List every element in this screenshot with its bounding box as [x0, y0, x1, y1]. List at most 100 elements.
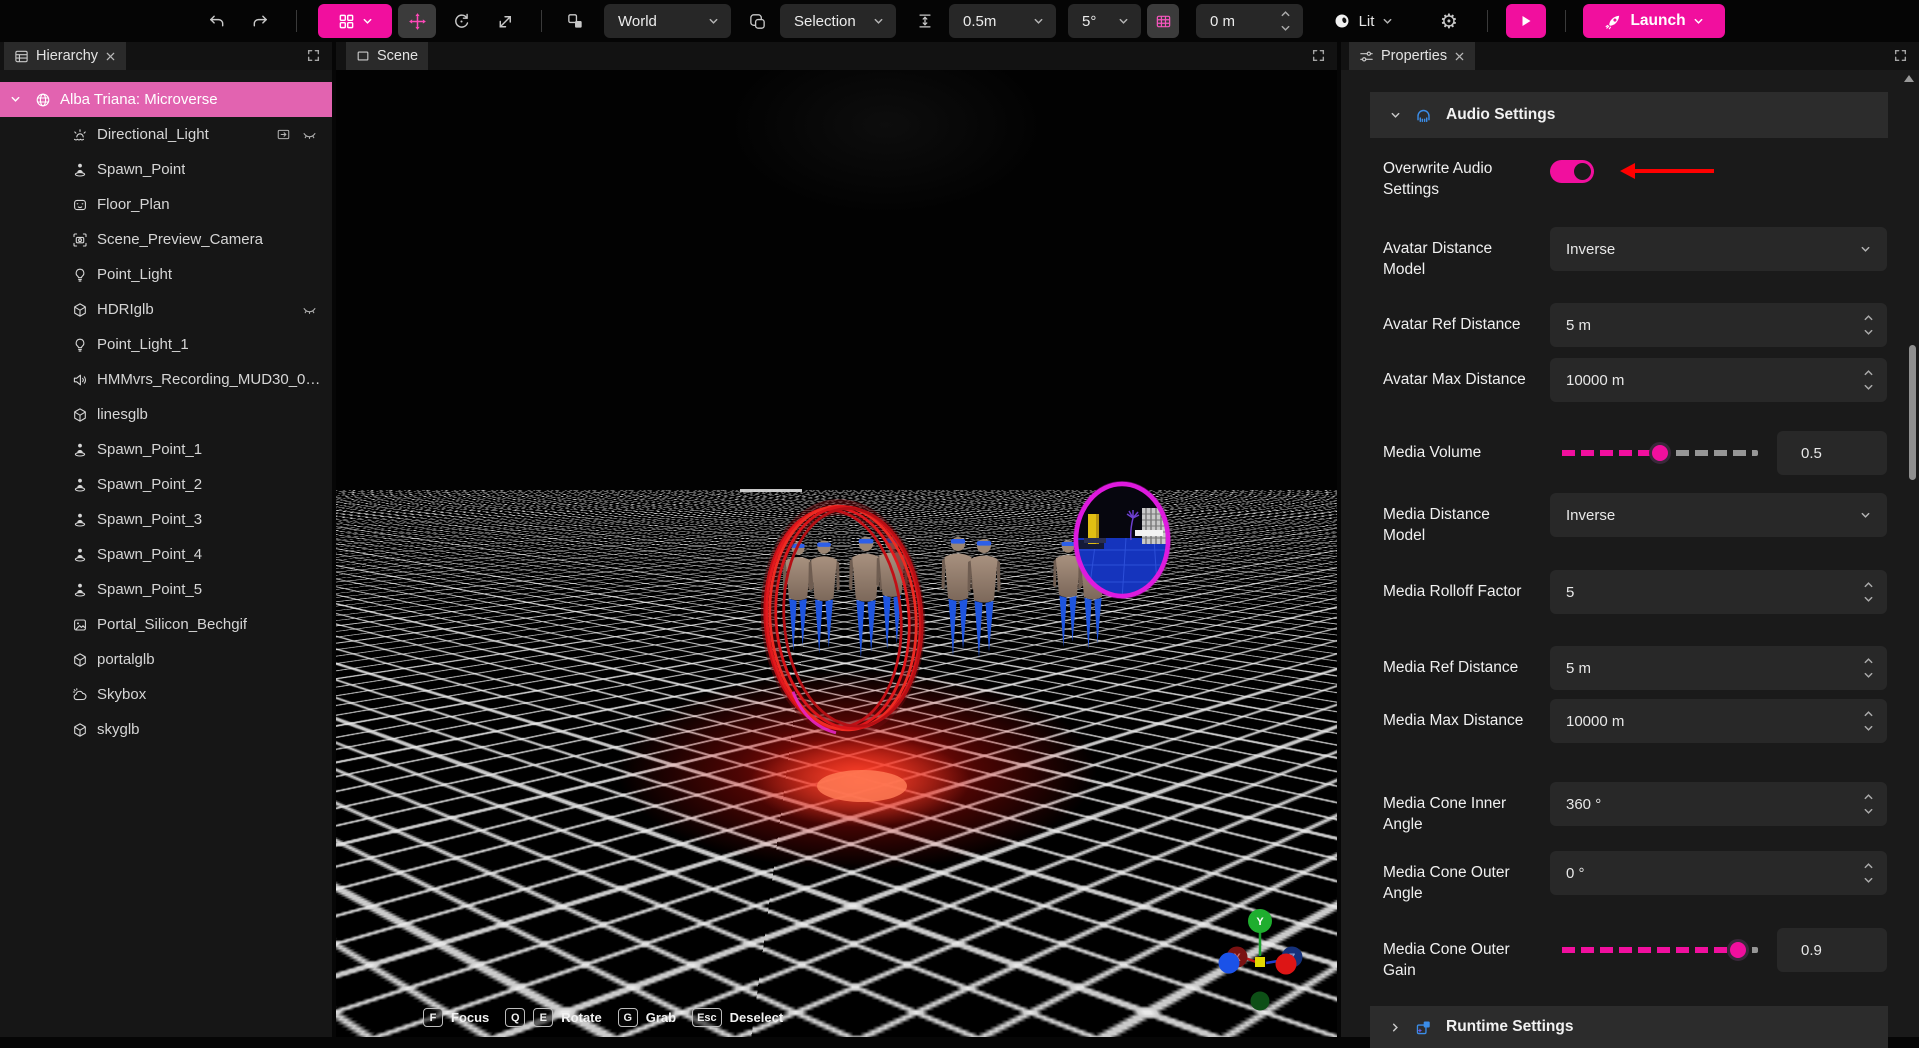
hierarchy-item[interactable]: Directional_Light — [0, 117, 332, 152]
move-tool-button[interactable] — [398, 4, 436, 38]
hierarchy-item[interactable]: Spawn_Point — [0, 152, 332, 187]
slider-knob[interactable] — [1727, 939, 1749, 961]
media-cone-outer-gain-value[interactable]: 0.9 — [1777, 928, 1887, 972]
hierarchy-item[interactable]: portalglb — [0, 642, 332, 677]
chevron-up-icon[interactable] — [1863, 860, 1874, 871]
scroll-up-arrow[interactable] — [1904, 75, 1914, 82]
move-snap-dropdown[interactable]: 0.5m — [949, 4, 1056, 38]
audio-settings-header[interactable]: Audio Settings — [1370, 92, 1888, 138]
chevron-down-icon[interactable] — [1863, 806, 1874, 817]
expand-panel-icon[interactable] — [1312, 49, 1325, 62]
hierarchy-item[interactable]: Point_Light_1 — [0, 327, 332, 362]
chevron-down-icon[interactable] — [1863, 327, 1874, 338]
tab-properties[interactable]: Properties — [1349, 42, 1475, 70]
chevron-down-icon[interactable] — [1863, 723, 1874, 734]
chevron-down-icon[interactable] — [10, 94, 21, 105]
chevron-up-icon[interactable] — [1863, 367, 1874, 378]
hierarchy-item[interactable]: skyglb — [0, 712, 332, 747]
avatar-max-distance-input[interactable]: 10000 m — [1550, 358, 1887, 402]
avatar-ref-distance-input[interactable]: 5 m — [1550, 303, 1887, 347]
settings-button[interactable]: ⚙ — [1430, 4, 1468, 38]
height-snap-button[interactable] — [908, 4, 942, 38]
chevron-down-icon[interactable] — [1863, 670, 1874, 681]
chevron-up-icon[interactable] — [1863, 655, 1874, 666]
gizmo-neg-y-ball[interactable] — [1251, 992, 1270, 1011]
pivot-dropdown[interactable]: Selection — [780, 4, 896, 38]
expand-panel-icon[interactable] — [1894, 49, 1907, 62]
play-icon — [1519, 14, 1533, 28]
chevron-down-icon[interactable] — [1863, 875, 1874, 886]
media-volume-slider[interactable] — [1562, 450, 1758, 456]
hierarchy-item[interactable]: Point_Light — [0, 257, 332, 292]
properties-tabbar: Properties — [1341, 42, 1919, 70]
undo-button[interactable] — [198, 4, 234, 38]
chevron-down-icon[interactable] — [1863, 382, 1874, 393]
chevron-down-icon — [1860, 510, 1871, 521]
world-space-dropdown[interactable]: World — [604, 4, 731, 38]
media-cone-outer-gain-slider[interactable] — [1562, 947, 1758, 953]
hierarchy-item[interactable]: Spawn_Point_4 — [0, 537, 332, 572]
redo-button[interactable] — [242, 4, 278, 38]
chevron-down-icon — [1382, 16, 1393, 27]
media-max-distance-input[interactable]: 10000 m — [1550, 699, 1887, 743]
hierarchy-item[interactable]: Portal_Silicon_Bechgif — [0, 607, 332, 642]
hierarchy-item[interactable]: HDRIglb — [0, 292, 332, 327]
hierarchy-item[interactable]: Alba Triana: Microverse — [0, 82, 332, 117]
overwrite-audio-settings-toggle[interactable] — [1550, 160, 1594, 183]
media-volume-value[interactable]: 0.5 — [1777, 431, 1887, 475]
hierarchy-item[interactable]: linesglb — [0, 397, 332, 432]
slider-knob[interactable] — [1649, 442, 1671, 464]
media-cone-outer-angle-input[interactable]: 0 ° — [1550, 851, 1887, 895]
play-button[interactable] — [1506, 4, 1546, 38]
hierarchy-item[interactable]: Floor_Plan — [0, 187, 332, 222]
hierarchy-item[interactable]: Spawn_Point_2 — [0, 467, 332, 502]
launch-button[interactable]: Launch — [1583, 4, 1725, 38]
rotate-snap-dropdown[interactable]: 5° — [1068, 4, 1141, 38]
rotate-tool-button[interactable] — [442, 4, 480, 38]
gear-icon: ⚙ — [1440, 11, 1458, 31]
hierarchy-item[interactable]: Skybox — [0, 677, 332, 712]
height-value-stepper[interactable]: 0 m — [1196, 4, 1303, 38]
media-cone-inner-angle-input[interactable]: 360 ° — [1550, 782, 1887, 826]
chevron-up-icon[interactable] — [1863, 579, 1874, 590]
chevron-down-icon[interactable] — [1863, 594, 1874, 605]
media-ref-distance-input[interactable]: 5 m — [1550, 646, 1887, 690]
hierarchy-item[interactable]: Spawn_Point_5 — [0, 572, 332, 607]
transform-space-button[interactable] — [556, 4, 594, 38]
hierarchy-item-label: Point_Light_1 — [97, 336, 189, 353]
hierarchy-item[interactable]: Spawn_Point_3 — [0, 502, 332, 537]
close-icon[interactable] — [1454, 51, 1465, 62]
eye-off-icon[interactable] — [302, 302, 317, 317]
chevron-up-icon[interactable] — [1863, 312, 1874, 323]
frame-icon[interactable] — [276, 127, 291, 142]
tab-hierarchy[interactable]: Hierarchy — [4, 42, 126, 70]
chevron-up-icon[interactable] — [1863, 708, 1874, 719]
hierarchy-item[interactable]: Scene_Preview_Camera — [0, 222, 332, 257]
scene-viewport[interactable]: X Z Y FFocusQERotateGGrabEscDeselect — [336, 70, 1337, 1037]
media-rolloff-factor-input[interactable]: 5 — [1550, 570, 1887, 614]
gizmo-center[interactable] — [1255, 957, 1265, 967]
scrollbar-thumb[interactable] — [1909, 345, 1916, 480]
axis-gizmo[interactable]: X Z Y — [1219, 909, 1303, 1011]
hierarchy-item[interactable]: Spawn_Point_1 — [0, 432, 332, 467]
avatar-distance-model-dropdown[interactable]: Inverse — [1550, 227, 1887, 271]
asset-library-button[interactable] — [318, 4, 392, 38]
input-value: 360 ° — [1550, 796, 1601, 813]
snap-grid-toggle[interactable] — [1147, 4, 1179, 38]
hierarchy-item[interactable]: HMMvrs_Recording_MUD30_01... — [0, 362, 332, 397]
chevron-up-icon[interactable] — [1280, 8, 1291, 19]
gizmo-neg-x-ball[interactable] — [1276, 954, 1297, 975]
chevron-down-icon[interactable] — [1280, 23, 1291, 34]
scale-tool-button[interactable] — [486, 4, 524, 38]
shading-mode-dropdown[interactable]: Lit — [1320, 4, 1406, 38]
gizmo-neg-z-ball[interactable] — [1219, 953, 1240, 974]
media-distance-model-dropdown[interactable]: Inverse — [1550, 493, 1887, 537]
bounds-mode-button[interactable] — [740, 4, 774, 38]
runtime-settings-header[interactable]: Runtime Settings — [1370, 1006, 1888, 1048]
close-icon[interactable] — [105, 51, 116, 62]
chevron-up-icon[interactable] — [1863, 791, 1874, 802]
tab-scene[interactable]: Scene — [346, 42, 428, 70]
eye-off-icon[interactable] — [302, 127, 317, 142]
expand-panel-icon[interactable] — [307, 49, 320, 62]
portal — [1074, 482, 1170, 600]
